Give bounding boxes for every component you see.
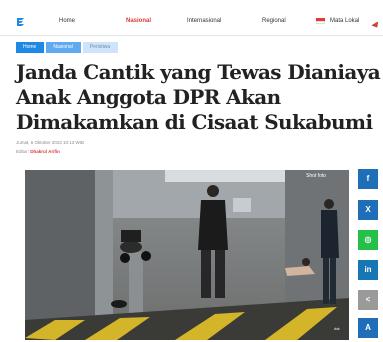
article-date: Jumat, 6 Oktober 2023 10:13 WIB [16,140,85,145]
nav-item-mata-lokal[interactable]: Mata Lokal [330,18,359,24]
font-size-button[interactable]: A [358,318,378,338]
photo-source-label: Shot foto [306,173,327,179]
editor-name[interactable]: Dhakrul Arifin [30,149,60,154]
share-generic-button[interactable]: < [358,290,378,310]
nav-item-home[interactable]: Home [59,18,75,24]
article-photo[interactable] [25,170,349,340]
x-icon: X [365,205,371,214]
facebook-icon: f [366,174,370,183]
article-title: Janda Cantik yang Tewas Dianiaya Anak An… [16,60,381,134]
photo-watermark: dok [334,327,340,331]
site-logo-icon[interactable] [16,16,26,28]
arrow-icon [371,21,381,30]
share-x-button[interactable]: X [358,200,378,220]
whatsapp-icon: ◎ [364,235,372,244]
article-editor: Editor: Dhakrul Arifin [16,149,60,154]
nav-item-regional[interactable]: Regional [262,18,286,24]
breadcrumb-nasional[interactable]: Nasional [46,42,81,53]
breadcrumb-peristiwa[interactable]: Peristiwa [82,42,119,53]
share-whatsapp-button[interactable]: ◎ [358,230,378,250]
share-linkedin-button[interactable]: in [358,260,378,280]
share-facebook-button[interactable]: f [358,169,378,189]
nav-item-internasional[interactable]: Internasional [187,18,221,24]
editor-label: Editor: [16,149,30,154]
font-size-icon: A [365,323,371,332]
share-icon: < [365,295,371,304]
breadcrumb-home[interactable]: Home [16,42,45,53]
flag-icon [316,18,325,24]
linkedin-icon: in [364,265,372,274]
breadcrumb: Home Nasional Peristiwa [16,42,119,53]
top-nav: Home Nasional Internasional Regional Mat… [0,10,383,36]
nav-item-nasional[interactable]: Nasional [126,18,151,24]
